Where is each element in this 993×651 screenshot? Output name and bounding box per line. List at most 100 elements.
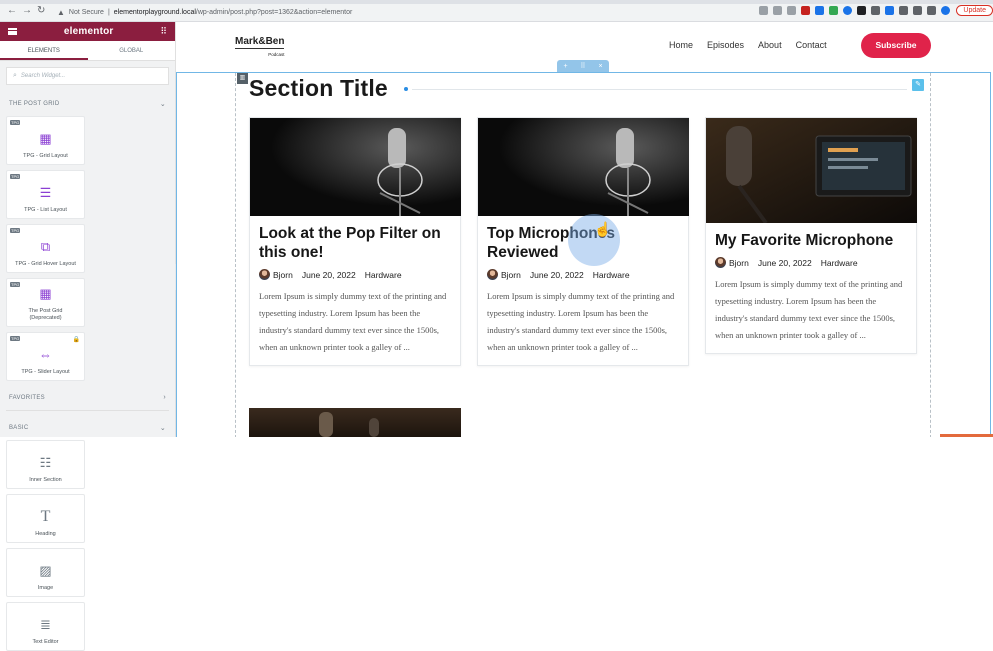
extension-icon[interactable] [829,6,839,15]
nav-episodes[interactable]: Episodes [707,40,744,50]
column-handle-icon[interactable]: ▥ [237,73,248,84]
menu-icon[interactable] [8,28,17,35]
post-category[interactable]: Hardware [365,270,402,280]
not-secure-label: Not Secure [68,8,104,16]
zoom-icon[interactable] [759,6,769,15]
post-image[interactable] [478,118,689,216]
chevron-down-icon: ⌄ [159,424,166,432]
address-bar[interactable]: ▲ Not Secure | elementorplayground.local… [55,5,714,20]
drag-handle-icon[interactable]: ⠿ [580,62,585,70]
add-icon[interactable]: + [563,63,567,70]
post-title[interactable]: Look at the Pop Filter on this one! [250,216,460,262]
extension-icon[interactable] [801,6,811,15]
pointer-cursor-icon: ☝ [594,221,612,237]
section-toolbar: + ⠿ × [557,60,609,72]
widget-label: TPG - Slider Layout [21,369,70,375]
title-dot [404,87,408,91]
nav-home[interactable]: Home [669,40,693,50]
tpg-badge: TPG [10,336,21,341]
post-excerpt: Lorem Ipsum is simply dummy text of the … [259,291,447,352]
microphone-image [319,412,379,437]
post-excerpt: Lorem Ipsum is simply dummy text of the … [487,291,675,352]
author-avatar [487,269,498,280]
widget-text-editor[interactable]: ≣ Text Editor [6,602,85,651]
forward-icon[interactable]: → [22,5,32,16]
update-button[interactable]: Update [956,5,993,16]
category-post-grid[interactable]: THE POST GRID ⌄ [0,91,175,116]
reload-icon[interactable]: ↻ [37,5,45,16]
elementor-panel: elementor ⠿ ELEMENTS GLOBAL ⌕ Search Wid… [0,22,176,651]
post-date: June 20, 2022 [529,269,584,280]
post-date: June 20, 2022 [757,257,812,268]
title-separator [412,89,907,90]
text-editor-icon: ≣ [40,617,51,632]
site-logo[interactable]: Mark&Ben Podcast [235,36,285,60]
category-basic[interactable]: BASIC ⌄ [0,415,175,440]
subscribe-button[interactable]: Subscribe [861,33,931,58]
tpg-badge: TPG [10,174,21,179]
elementor-logo: elementor [63,26,114,37]
widget-heading[interactable]: T Heading [6,494,85,543]
widget-post-grid-deprecated[interactable]: TPG ▦ The Post Grid (Deprecated) [6,278,85,327]
category-label: FAVORITES [9,394,45,401]
post-author[interactable]: Bjorn [273,270,293,280]
widget-tpg-list-layout[interactable]: TPG ☰ TPG - List Layout [6,170,85,219]
category-label: BASIC [9,424,29,431]
category-favorites[interactable]: FAVORITES › [0,385,175,410]
widget-image[interactable]: ▨ Image [6,548,85,597]
brand-name: Mark&Ben [235,36,285,47]
widget-tpg-grid-layout[interactable]: TPG ▦ TPG - Grid Layout [6,116,85,165]
author-avatar [259,269,270,280]
post-meta: Bjorn June 20, 2022 Hardware [706,250,916,268]
post-meta: Bjorn June 20, 2022 Hardware [478,262,688,280]
post-image[interactable] [249,408,461,437]
extensions-bar: Update [754,5,993,16]
widget-label: The Post Grid (Deprecated) [28,308,63,321]
microphone-studio-image [706,118,917,223]
microphone-image [250,118,461,216]
post-meta: Bjorn June 20, 2022 Hardware [250,262,460,280]
sidebar-icon[interactable] [927,6,937,15]
extension-icon[interactable] [871,6,881,15]
list-layout-icon: ☰ [39,185,52,200]
grid-hover-icon: ⧉ [40,239,51,254]
post-grid-widgets: TPG ▦ TPG - Grid Layout TPG ☰ TPG - List… [0,116,175,381]
widgets-grid-icon[interactable]: ⠿ [160,26,167,37]
tab-global[interactable]: GLOBAL [88,41,176,60]
section-title[interactable]: Section Title [249,75,388,102]
close-icon[interactable]: × [598,63,602,70]
post-card[interactable]: Look at the Pop Filter on this one! Bjor… [249,117,461,366]
extension-icon[interactable] [885,6,895,15]
widget-label: Image [37,585,54,591]
extension-icon[interactable] [857,6,867,15]
post-category[interactable]: Hardware [821,258,858,268]
extension-icon[interactable] [843,6,853,15]
widget-tpg-slider-layout[interactable]: TPG 🔒 ⇔ TPG - Slider Layout [6,332,85,381]
tab-elements[interactable]: ELEMENTS [0,41,88,60]
widget-label: Heading [35,531,56,537]
puzzle-icon[interactable] [899,6,909,15]
star-icon[interactable] [787,6,797,15]
nav-about[interactable]: About [758,40,782,50]
post-title[interactable]: My Favorite Microphone [706,223,916,250]
post-image[interactable] [250,118,461,216]
search-widget-input[interactable]: ⌕ Search Widget... [6,67,169,85]
url-path: /wp-admin/post.php?post=1362&action=elem… [195,8,353,16]
share-icon[interactable] [773,6,783,15]
nav-contact[interactable]: Contact [796,40,827,50]
post-card[interactable]: My Favorite Microphone Bjorn June 20, 20… [705,117,917,354]
widget-tpg-grid-hover-layout[interactable]: TPG ⧉ TPG - Grid Hover Layout [6,224,85,273]
slider-icon: ⇔ [39,347,52,362]
post-author[interactable]: Bjorn [729,258,749,268]
warning-icon: ▲ [57,7,65,17]
grid-layout-icon: ▦ [39,131,52,146]
post-category[interactable]: Hardware [593,270,630,280]
profile-icon[interactable] [941,6,951,15]
back-icon[interactable]: ← [7,5,17,16]
widget-inner-section[interactable]: ☷ Inner Section [6,440,85,489]
extension-icon[interactable] [815,6,825,15]
post-image[interactable] [706,118,917,223]
reading-list-icon[interactable] [913,6,923,15]
post-author[interactable]: Bjorn [501,270,521,280]
edit-widget-icon[interactable]: ✎ [912,79,924,91]
